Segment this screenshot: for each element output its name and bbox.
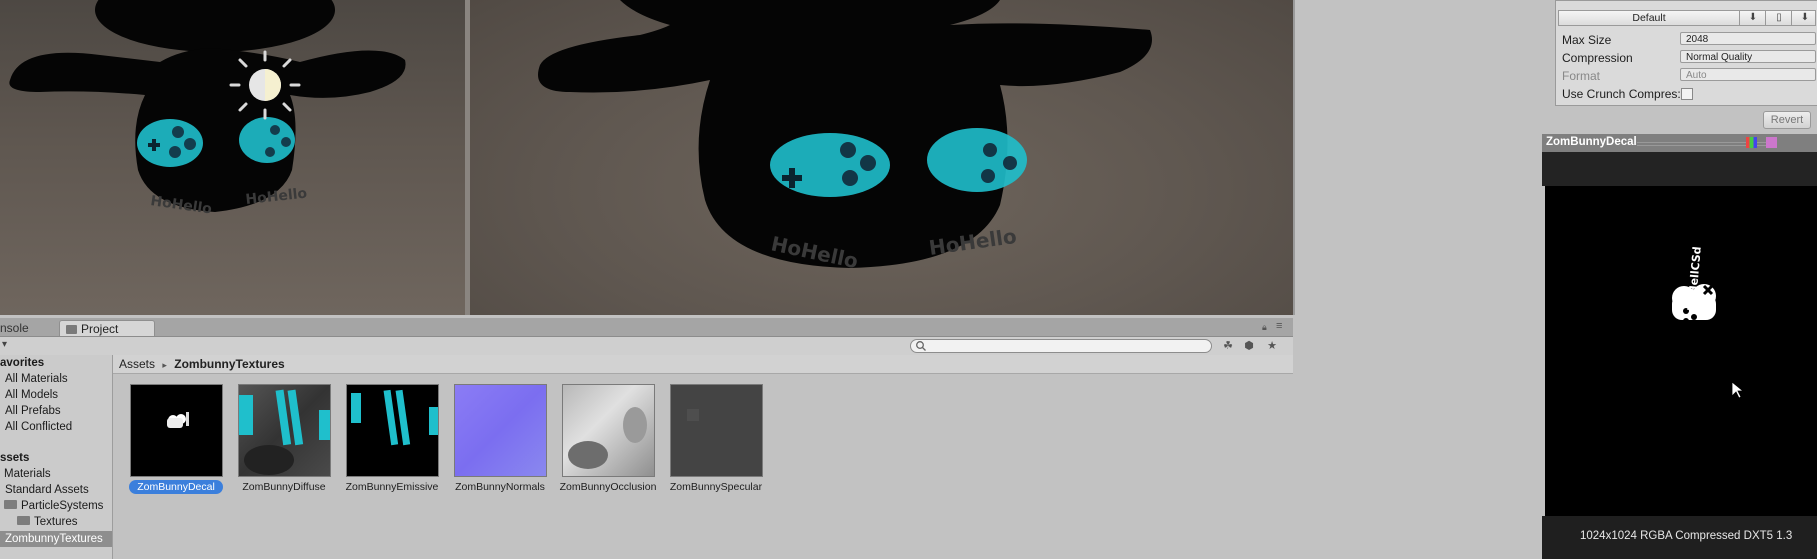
mouse-cursor-icon xyxy=(1731,381,1745,399)
lock-icon[interactable]: 🔒︎ xyxy=(1262,322,1267,333)
import-settings-panel: Default ⬇ ▯ ⬇ Max Size 2048 Compression … xyxy=(1555,0,1817,106)
sidebar-item-materials[interactable]: Materials xyxy=(4,467,51,481)
max-size-label: Max Size xyxy=(1562,33,1612,47)
project-tab-bar: nsole Project 🔒︎ ≡ xyxy=(0,318,1293,337)
scene-view-left[interactable]: HoHello HoHello xyxy=(0,0,465,315)
texture-label-emissive[interactable]: ZomBunnyEmissive xyxy=(337,481,447,494)
preview-toolbar xyxy=(1542,152,1817,186)
preview-title-bar: ZomBunnyDecal xyxy=(1542,134,1817,152)
texture-thumb-diffuse[interactable] xyxy=(238,384,331,477)
filter-by-type-icon[interactable]: ☘ xyxy=(1220,339,1236,353)
sidebar-item-all-conflicted[interactable]: All Conflicted xyxy=(5,420,72,434)
compression-label: Compression xyxy=(1562,51,1633,65)
texture-thumb-normals[interactable] xyxy=(454,384,547,477)
sidebar-item-label: ParticleSystems xyxy=(21,500,104,512)
folder-icon xyxy=(17,516,30,525)
zombunny-model-right: HoHello HoHello xyxy=(538,0,1152,273)
sidebar-item-all-materials[interactable]: All Materials xyxy=(5,372,68,386)
alpha-channel-icon[interactable] xyxy=(1766,137,1777,148)
specular-mark xyxy=(687,409,699,421)
emissive-preview-image xyxy=(351,389,438,446)
breadcrumb-bar xyxy=(113,355,1293,374)
tab-console[interactable]: nsole xyxy=(0,320,55,336)
favorite-star-icon[interactable]: ★ xyxy=(1264,339,1280,353)
create-dropdown-icon[interactable]: ▾ xyxy=(2,339,7,350)
sidebar-item-particlesystems[interactable]: ParticleSystems xyxy=(4,499,103,513)
favorites-header[interactable]: avorites xyxy=(0,356,44,370)
texture-label-specular[interactable]: ZomBunnySpecular xyxy=(661,481,771,494)
texture-thumb-occlusion[interactable] xyxy=(562,384,655,477)
format-dropdown[interactable]: Auto xyxy=(1680,68,1816,81)
sidebar-item-textures[interactable]: Textures xyxy=(17,515,77,529)
mobile-platform-icon[interactable]: ▯ xyxy=(1765,11,1792,25)
texture-thumb-specular[interactable] xyxy=(670,384,763,477)
filter-by-label-icon[interactable]: ⬢ xyxy=(1241,339,1257,353)
zombunny-model-left: HoHello HoHello xyxy=(9,0,406,218)
platform-tab-bar: Default ⬇ ▯ ⬇ xyxy=(1558,10,1816,26)
texture-label-decal[interactable]: ZomBunnyDecal xyxy=(121,480,231,494)
search-icon xyxy=(916,341,926,351)
diffuse-preview-image xyxy=(239,389,330,475)
rgb-channel-icon[interactable] xyxy=(1746,137,1757,148)
decal-preview-large: HoHellCSd xyxy=(1672,246,1745,399)
texture-thumb-emissive[interactable] xyxy=(346,384,439,477)
max-size-dropdown[interactable]: 2048 xyxy=(1680,32,1816,45)
tab-project[interactable]: Project xyxy=(59,320,155,336)
directional-light-icon[interactable] xyxy=(225,50,305,120)
occlusion-preview-image xyxy=(568,407,647,469)
preview-title: ZomBunnyDecal xyxy=(1546,136,1637,148)
compression-dropdown[interactable]: Normal Quality xyxy=(1680,50,1816,63)
texture-label-occlusion[interactable]: ZomBunnyOcclusion xyxy=(553,481,663,494)
texture-label-diffuse[interactable]: ZomBunnyDiffuse xyxy=(229,481,339,494)
decal-preview-image xyxy=(167,412,189,428)
texture-info-text: 1024x1024 RGBA Compressed DXT5 1.3 xyxy=(1580,530,1793,542)
search-input[interactable] xyxy=(910,339,1212,353)
download-icon[interactable]: ⬇ xyxy=(1739,11,1766,25)
empty-panel-area xyxy=(1295,0,1542,559)
panel-menu-icon[interactable]: ≡ xyxy=(1276,320,1282,332)
revert-button[interactable]: Revert xyxy=(1763,111,1811,129)
tab-project-label: Project xyxy=(81,322,119,336)
crunch-checkbox[interactable] xyxy=(1681,88,1693,100)
sidebar-item-all-prefabs[interactable]: All Prefabs xyxy=(5,404,61,418)
sidebar-item-all-models[interactable]: All Models xyxy=(5,388,58,402)
sidebar-item-label: Textures xyxy=(34,516,78,528)
selected-label: ZomBunnyDecal xyxy=(129,480,223,494)
web-platform-icon[interactable]: ⬇ xyxy=(1791,11,1817,25)
texture-thumb-decal[interactable] xyxy=(130,384,223,477)
format-label: Format xyxy=(1562,69,1601,83)
platform-tab-default[interactable]: Default xyxy=(1559,11,1739,25)
breadcrumb-assets[interactable]: Assets xyxy=(119,357,155,371)
sidebar-item-standard-assets[interactable]: Standard Assets xyxy=(5,483,89,497)
breadcrumb-separator: ▸ xyxy=(162,360,167,370)
crunch-label: Use Crunch Compres: xyxy=(1562,87,1681,101)
breadcrumb: Assets ▸ ZombunnyTextures xyxy=(119,357,285,372)
sidebar-item-zombunnytextures[interactable]: ZombunnyTextures xyxy=(5,532,103,546)
texture-label-normals[interactable]: ZomBunnyNormals xyxy=(445,481,555,494)
scene-view-right[interactable]: HoHello HoHello xyxy=(470,0,1293,315)
folder-icon xyxy=(66,325,77,334)
preview-info-bar: 1024x1024 RGBA Compressed DXT5 1.3 xyxy=(1542,516,1817,559)
texture-preview[interactable]: HoHellCSd xyxy=(1545,186,1817,516)
assets-header[interactable]: ssets xyxy=(0,451,29,465)
breadcrumb-current[interactable]: ZombunnyTextures xyxy=(174,357,284,371)
folder-icon xyxy=(4,500,17,509)
